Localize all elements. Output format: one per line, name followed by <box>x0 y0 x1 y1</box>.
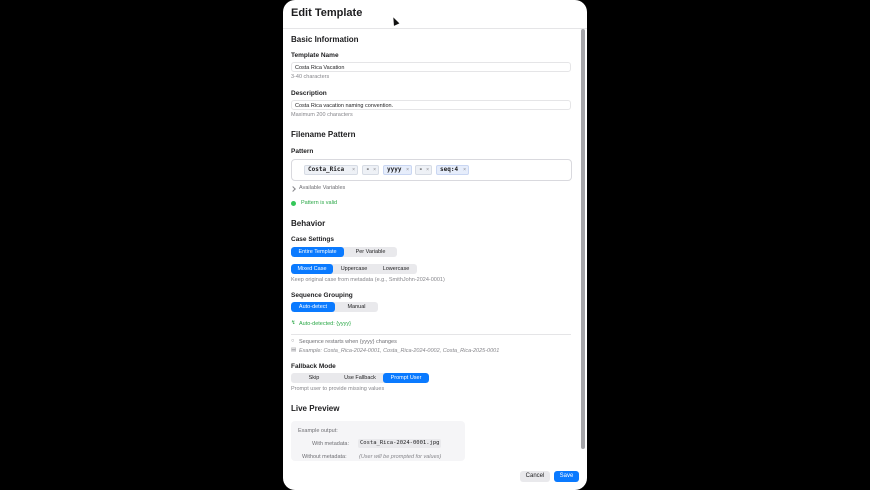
without-metadata-label: Without metadata: <box>302 454 347 460</box>
mouse-cursor-icon <box>390 16 400 26</box>
basic-info-title: Basic Information <box>291 35 359 44</box>
remove-token-icon[interactable]: × <box>463 166 466 174</box>
cancel-button[interactable]: Cancel <box>520 471 550 482</box>
lightning-icon: ↯ <box>291 320 296 326</box>
vertical-scrollbar[interactable] <box>581 29 585 449</box>
sequence-auto-detect-button[interactable]: Auto-detect <box>291 302 335 312</box>
fallback-mode-label: Fallback Mode <box>291 363 336 370</box>
modal-title: Edit Template <box>291 7 363 19</box>
sequence-restart-note: Sequence restarts when {yyyy} changes <box>299 339 397 345</box>
pattern-token[interactable]: - × <box>415 165 432 175</box>
with-metadata-label: With metadata: <box>312 441 349 447</box>
fallback-mode-segmented: Skip Use Fallback Prompt User <box>291 373 429 383</box>
modal-scroll-area[interactable]: Basic Information Template Name Costa Ri… <box>283 29 579 461</box>
remove-token-icon[interactable]: × <box>352 166 355 174</box>
sequence-grouping-segmented: Auto-detect Manual <box>291 302 378 312</box>
modal-header: Edit Template <box>283 0 587 29</box>
document-icon: ▤ <box>291 347 297 353</box>
remove-token-icon[interactable]: × <box>373 166 376 174</box>
divider <box>291 334 571 335</box>
template-name-hint: 3-40 characters <box>291 74 330 80</box>
scope-per-variable-button[interactable]: Per Variable <box>344 247 397 257</box>
without-metadata-value: (User will be prompted for values) <box>359 454 442 460</box>
case-hint: Keep original case from metadata (e.g., … <box>291 277 445 283</box>
save-button[interactable]: Save <box>554 471 579 482</box>
filename-pattern-title: Filename Pattern <box>291 130 356 139</box>
pattern-token-variable[interactable]: seq:4 × <box>436 165 469 175</box>
with-metadata-value: Costa_Rica-2024-0001.jpg <box>358 439 442 448</box>
sequence-grouping-label: Sequence Grouping <box>291 292 353 299</box>
case-lowercase-button[interactable]: Lowercase <box>375 264 417 274</box>
description-label: Description <box>291 90 327 97</box>
available-variables-toggle[interactable]: Available Variables <box>299 185 345 191</box>
behavior-title: Behavior <box>291 219 326 228</box>
pattern-token[interactable]: - × <box>362 165 379 175</box>
auto-detected-text: Auto-detected: {yyyy} <box>299 321 351 327</box>
pattern-valid-text: Pattern is valid <box>301 200 338 206</box>
case-mode-segmented: Mixed Case Uppercase Lowercase <box>291 264 417 274</box>
description-hint: Maximum 200 characters <box>291 112 353 118</box>
check-circle-icon <box>291 201 296 206</box>
case-uppercase-button[interactable]: Uppercase <box>333 264 375 274</box>
sequence-manual-button[interactable]: Manual <box>335 302 378 312</box>
fallback-skip-button[interactable]: Skip <box>291 373 337 383</box>
remove-token-icon[interactable]: × <box>426 166 429 174</box>
pattern-token-field[interactable]: Costa_Rica × - × yyyy × - × seq:4 × <box>291 159 572 181</box>
case-scope-segmented: Entire Template Per Variable <box>291 247 397 257</box>
sequence-example-note: Example: Costa_Rica-2024-0001, Costa_Ric… <box>299 348 500 354</box>
template-name-input[interactable]: Costa Rica Vacation <box>291 62 571 72</box>
fallback-use-fallback-button[interactable]: Use Fallback <box>337 373 383 383</box>
edit-template-modal: Edit Template Basic Information Template… <box>283 0 587 490</box>
fallback-hint: Prompt user to provide missing values <box>291 386 385 392</box>
remove-token-icon[interactable]: × <box>406 166 409 174</box>
fallback-prompt-user-button[interactable]: Prompt User <box>383 373 429 383</box>
description-input[interactable]: Costa Rica vacation naming convention. <box>291 100 571 110</box>
pattern-token-variable[interactable]: yyyy × <box>383 165 412 175</box>
case-settings-label: Case Settings <box>291 236 334 243</box>
pattern-token[interactable]: Costa_Rica × <box>304 165 358 175</box>
template-name-label: Template Name <box>291 52 339 59</box>
live-preview-panel: Example output: With metadata: Costa_Ric… <box>291 421 465 461</box>
example-output-label: Example output: <box>298 428 338 434</box>
lightbulb-icon: ○ <box>291 338 295 344</box>
case-mixed-button[interactable]: Mixed Case <box>291 264 333 274</box>
scope-entire-template-button[interactable]: Entire Template <box>291 247 344 257</box>
live-preview-title: Live Preview <box>291 404 340 413</box>
pattern-label: Pattern <box>291 148 314 155</box>
